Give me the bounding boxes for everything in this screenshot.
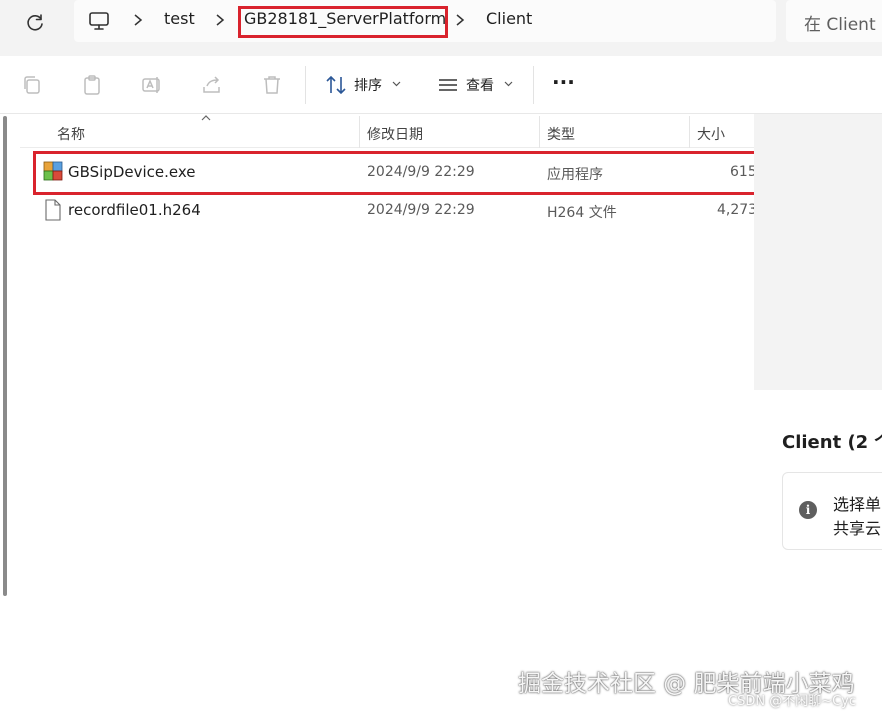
watermark: CSDN @不闲聊~Cyc [728,694,857,709]
highlight-box [33,151,766,195]
share-icon[interactable] [200,73,224,97]
file-size: 4,273 [717,202,758,218]
navigation-bar: test GB28181_ServerPlatform Client 在 Cli… [0,0,882,56]
column-header-modified[interactable]: 修改日期 [367,124,423,144]
paste-icon[interactable] [80,73,104,97]
chevron-right-icon[interactable] [454,13,466,27]
column-header-type[interactable]: 类型 [547,124,575,144]
column-header-row: 名称 修改日期 类型 大小 [20,115,754,148]
command-bar: 排序 查看 ··· [0,56,882,114]
sort-icon[interactable] [324,73,348,97]
file-name[interactable]: recordfile01.h264 [68,201,201,219]
column-divider[interactable] [689,116,690,148]
toolbar-separator [305,66,306,104]
sort-ascending-icon [201,115,211,121]
view-button[interactable]: 查看 [466,75,494,95]
details-info-text: 共享云 [833,519,882,538]
column-header-name[interactable]: 名称 [57,124,85,144]
file-row[interactable]: recordfile01.h264 2024/9/9 22:29 H264 文件… [20,192,758,228]
preview-pane [754,114,882,390]
breadcrumb-client[interactable]: Client [486,9,532,28]
chevron-down-icon[interactable] [392,80,401,88]
file-type: H264 文件 [547,205,617,221]
chevron-right-icon[interactable] [214,13,226,27]
chevron-right-icon[interactable] [132,13,144,27]
copy-icon[interactable] [20,73,44,97]
column-divider[interactable] [539,116,540,148]
refresh-icon [27,14,43,31]
file-icon [45,199,61,221]
toolbar-separator [533,66,534,104]
vertical-scrollbar[interactable] [3,116,7,596]
search-placeholder: 在 Client 中 [804,15,882,35]
rename-icon[interactable] [140,73,164,97]
details-info-text: 选择单 [833,495,882,514]
details-title: Client (2 个 [782,432,882,453]
this-pc-icon[interactable] [88,10,110,32]
column-header-size[interactable]: 大小 [697,124,725,144]
view-icon[interactable] [436,73,460,97]
sort-button[interactable]: 排序 [354,75,382,95]
address-bar[interactable]: test GB28181_ServerPlatform Client [74,0,776,42]
delete-icon[interactable] [260,73,284,97]
refresh-button[interactable] [22,10,48,36]
details-info-card: i 选择单 共享云 [782,472,882,550]
more-options-button[interactable]: ··· [552,70,575,94]
info-icon: i [799,501,817,519]
file-modified: 2024/9/9 22:29 [367,202,475,218]
search-input[interactable]: 在 Client 中 [786,0,882,42]
chevron-down-icon[interactable] [504,80,513,88]
breadcrumb-test[interactable]: test [164,9,195,28]
column-divider[interactable] [359,116,360,148]
highlight-box [238,6,448,38]
